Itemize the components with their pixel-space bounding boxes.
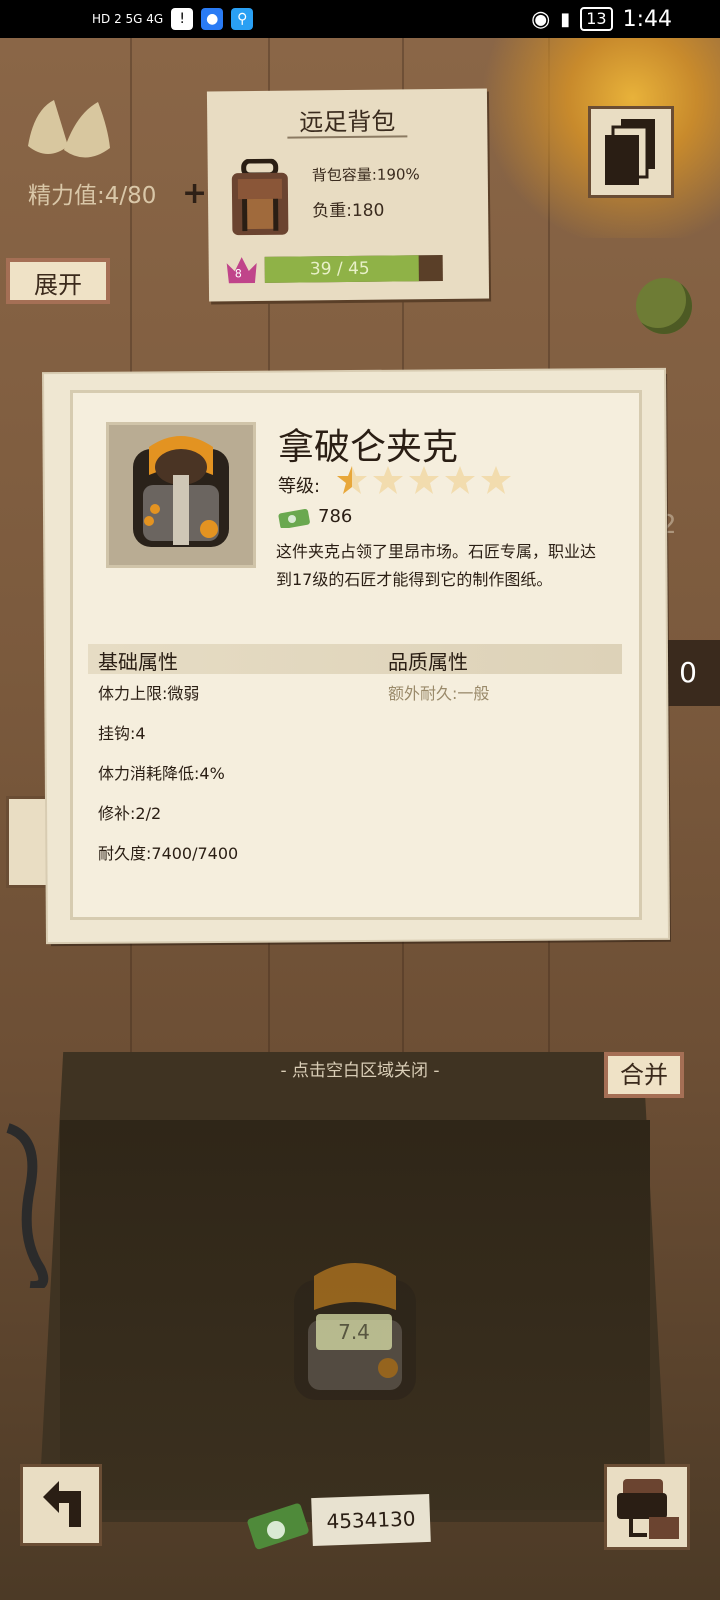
merge-button[interactable]: 合并 bbox=[604, 1052, 684, 1098]
notification-icon: ! bbox=[171, 8, 194, 30]
backpack-title: 远足背包 bbox=[299, 107, 396, 137]
add-energy-icon[interactable]: + bbox=[182, 176, 207, 211]
expand-button[interactable]: 展开 bbox=[6, 258, 110, 304]
item-name: 拿破仑夹克 bbox=[278, 427, 459, 468]
grade-star-icon bbox=[481, 466, 511, 494]
status-left: HD 2 5G 4G ! ● ⚲ bbox=[92, 0, 254, 38]
money-stack-icon bbox=[247, 1503, 309, 1550]
grade-star-icon bbox=[445, 466, 475, 494]
base-attribute: 体力上限:微弱 bbox=[98, 684, 200, 703]
item-description: 这件夹克占领了里昂市场。石匠专属，职业达到17级的石匠才能得到它的制作图纸。 bbox=[276, 542, 597, 589]
money-icon bbox=[278, 508, 310, 528]
cards-icon bbox=[605, 119, 655, 185]
vibrate-icon: ▮ bbox=[560, 8, 571, 30]
base-attribute: 修补:2/2 bbox=[98, 804, 162, 823]
hook-icon bbox=[6, 1123, 49, 1288]
cards-button[interactable] bbox=[588, 106, 674, 198]
backpack-progress-bar: 39 / 45 bbox=[264, 255, 443, 283]
item-price: 786 bbox=[318, 506, 353, 527]
grade-stars bbox=[336, 464, 512, 496]
quality-attributes-header: 品质属性 bbox=[388, 650, 468, 674]
storage-box-button[interactable] bbox=[604, 1464, 690, 1550]
status-bar: HD 2 5G 4G ! ● ⚲ ◉ ▮ 13 1:44 bbox=[0, 0, 720, 38]
money-amount: 4534130 bbox=[311, 1493, 431, 1547]
base-attribute: 挂钩:4 bbox=[98, 724, 146, 743]
battery-indicator: 13 bbox=[580, 7, 613, 31]
jacket-icon bbox=[133, 436, 229, 547]
storage-box-icon bbox=[617, 1479, 679, 1539]
grade-star-icon bbox=[409, 466, 439, 494]
base-attributes-header: 基础属性 bbox=[98, 650, 178, 674]
status-right: ◉ ▮ 13 1:44 bbox=[531, 0, 672, 38]
network-indicator: HD 2 5G 4G bbox=[92, 12, 164, 26]
clock: 1:44 bbox=[622, 6, 672, 32]
eye-icon: ◉ bbox=[531, 6, 551, 32]
divider bbox=[287, 135, 408, 139]
grade-star-icon bbox=[337, 466, 367, 494]
bulb-icon: ● bbox=[201, 8, 224, 30]
backpack-capacity: 背包容量:190% bbox=[311, 165, 420, 185]
energy-value: 精力值:4/80 bbox=[28, 183, 157, 209]
backpack-icon bbox=[231, 158, 289, 236]
item-portrait bbox=[106, 422, 256, 568]
back-arrow-icon bbox=[43, 1481, 81, 1527]
quality-attribute: 额外耐久:一般 bbox=[388, 684, 490, 703]
base-attribute: 体力消耗降低:4% bbox=[98, 764, 225, 783]
base-attribute: 耐久度:7400/7400 bbox=[98, 844, 239, 863]
grade-star-icon bbox=[373, 466, 403, 494]
back-button[interactable] bbox=[20, 1464, 102, 1546]
backpack-level: 8 bbox=[234, 267, 242, 281]
backpack-card[interactable]: 远足背包 背包容量:190% 负重:180 8 39 / 45 bbox=[206, 88, 490, 302]
lever-knob[interactable] bbox=[636, 278, 692, 334]
search-app-icon: ⚲ bbox=[231, 8, 254, 30]
backpack-load: 负重:180 bbox=[312, 200, 385, 222]
grade-label: 等级: bbox=[278, 476, 321, 497]
item-weight-label: 7.4 bbox=[316, 1314, 392, 1350]
backpack-progress-text: 39 / 45 bbox=[309, 258, 370, 280]
energy-leaves-icon bbox=[28, 100, 110, 158]
